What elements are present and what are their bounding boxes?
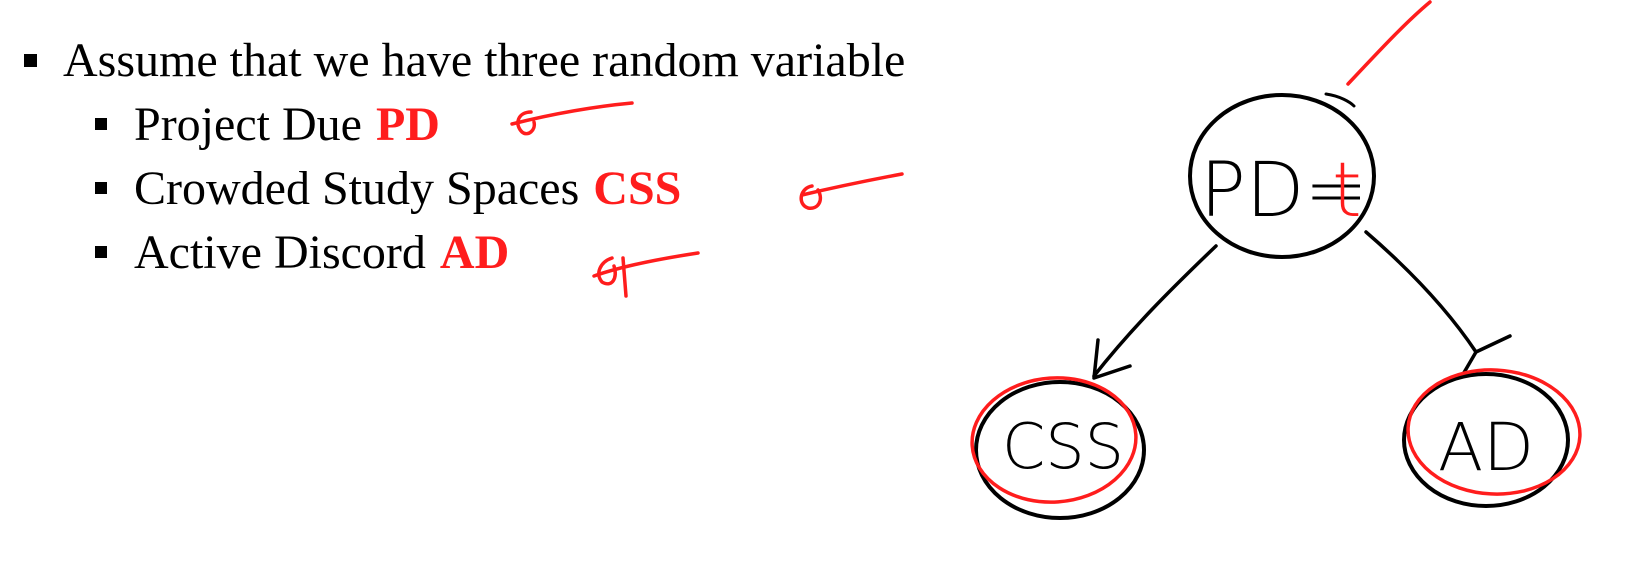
root-node-value: t [1332,145,1362,234]
child-node-ad: AD [1402,368,1582,508]
arrow-icon-pd [510,101,634,136]
child-node-label: AD [1438,409,1534,486]
root-node: PD= t [1188,92,1376,259]
edge-root-to-css [1092,244,1218,380]
arrow-icon-ad [592,251,700,298]
edge-root-to-ad [1364,230,1512,378]
handwritten-annotation-layer: PD= t CSS AD [510,0,1582,520]
child-node-label: CSS [1002,410,1124,483]
child-node-css: CSS [970,376,1146,520]
incoming-edge-line [1346,0,1432,86]
slide: Assume that we have three random variabl… [0,0,1636,584]
arrow-icon-css [799,172,904,210]
